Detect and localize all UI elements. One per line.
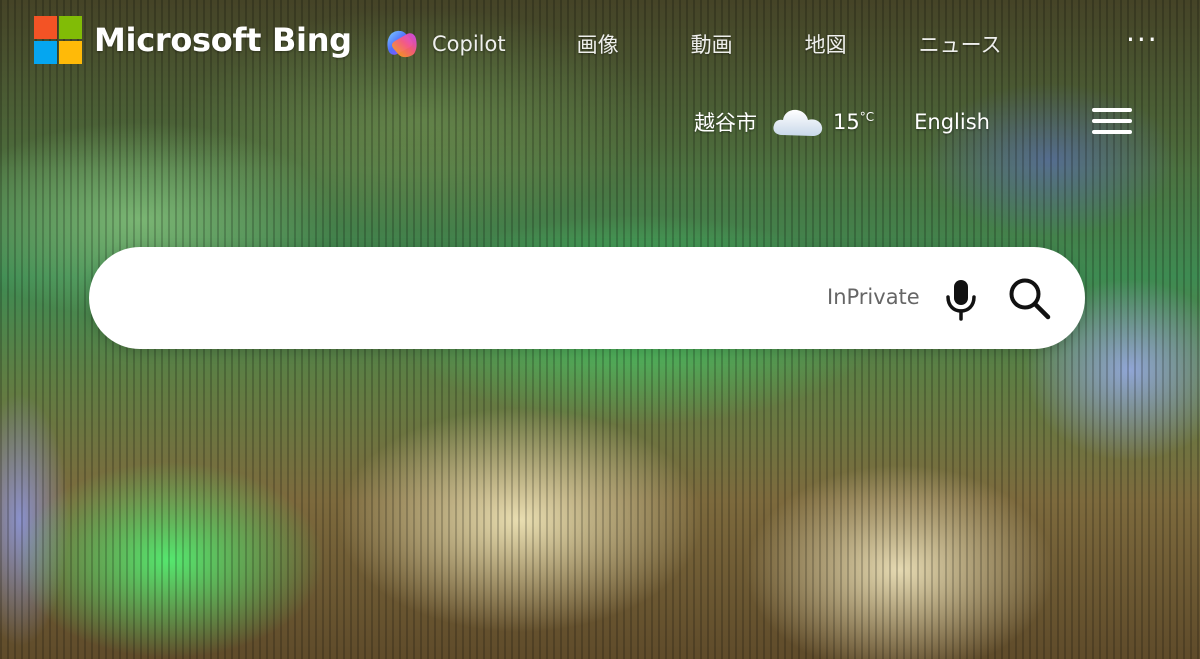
more-dots-icon[interactable]: ··· bbox=[1126, 26, 1162, 54]
hamburger-menu-icon[interactable] bbox=[1092, 106, 1132, 136]
cloud-icon[interactable] bbox=[769, 102, 827, 142]
nav-copilot[interactable]: Copilot bbox=[384, 29, 506, 59]
homepage-background: Microsoft Bing Copilot 画像 動画 地図 ニュース ···… bbox=[0, 0, 1200, 659]
search-box: InPrivate bbox=[89, 247, 1085, 349]
copilot-icon bbox=[387, 30, 417, 58]
nav-news[interactable]: ニュース bbox=[919, 29, 1002, 59]
inprivate-label: InPrivate bbox=[827, 285, 920, 309]
top-header: Microsoft Bing Copilot 画像 動画 地図 ニュース ··· bbox=[0, 0, 1200, 90]
weather-temperature[interactable]: 15°C bbox=[833, 110, 874, 134]
brand-name: Microsoft Bing bbox=[94, 21, 352, 59]
nav-maps[interactable]: 地図 bbox=[805, 29, 847, 59]
nav-videos[interactable]: 動画 bbox=[691, 29, 733, 59]
microphone-icon[interactable] bbox=[941, 277, 981, 321]
top-nav: Copilot 画像 動画 地図 ニュース bbox=[384, 26, 1002, 62]
search-input[interactable] bbox=[123, 269, 817, 327]
search-icon[interactable] bbox=[1005, 274, 1055, 324]
language-link[interactable]: English bbox=[914, 110, 990, 134]
weather-location[interactable]: 越谷市 bbox=[694, 107, 757, 137]
bing-home-link[interactable]: Microsoft Bing bbox=[34, 16, 352, 64]
nav-images[interactable]: 画像 bbox=[577, 29, 619, 59]
nav-copilot-label: Copilot bbox=[432, 32, 506, 56]
weather-language-bar: 越谷市 15°C English bbox=[694, 100, 990, 144]
microsoft-logo-icon bbox=[34, 16, 82, 64]
